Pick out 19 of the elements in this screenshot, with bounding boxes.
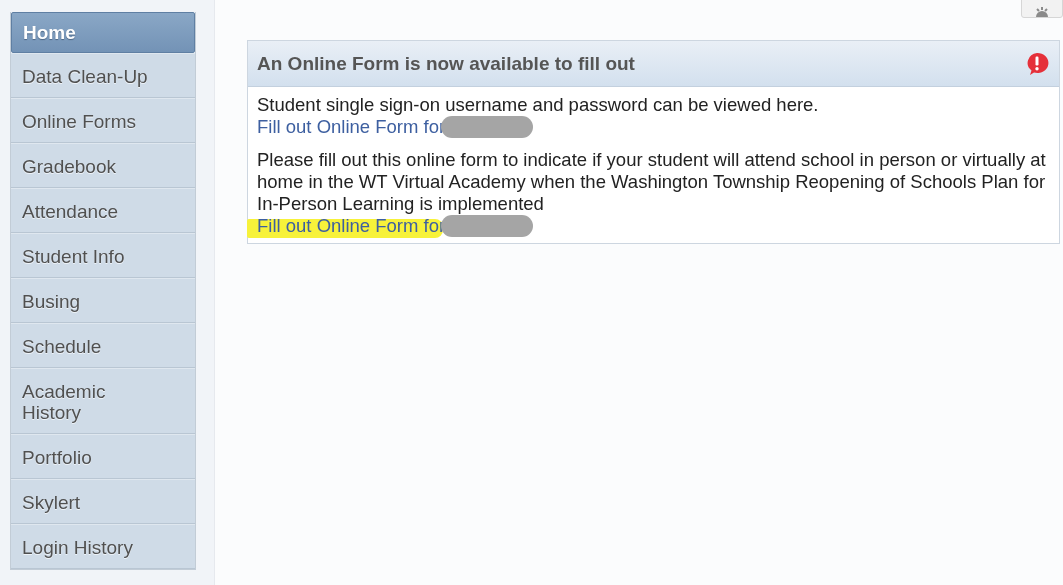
sidebar-item[interactable]: Schedule [11, 323, 195, 368]
online-form-link[interactable]: Fill out Online Form for [257, 116, 446, 137]
settings-button[interactable] [1021, 0, 1063, 18]
sidebar-item[interactable]: Busing [11, 278, 195, 323]
settings-icon [1034, 7, 1050, 17]
online-form-link[interactable]: Fill out Online Form for [257, 215, 446, 236]
notice-text: Student single sign-on username and password can be viewed here. [257, 94, 820, 116]
sidebar-item[interactable]: Student Info [11, 233, 195, 278]
sidebar-item[interactable]: Skylert [11, 479, 195, 524]
sidebar-item[interactable]: Attendance [11, 188, 195, 233]
notice-title: An Online Form is now available to fill out [257, 53, 635, 75]
sidebar-item[interactable]: Portfolio [11, 434, 195, 479]
notice-text: Please fill out this online form to indicate if your student will attend school in person or virtually at home in the WT Virtual Academy when the Washington Township Reopening of Schools Plan for In-Person Learning is implemented [257, 149, 1047, 215]
sidebar-item[interactable]: Data Clean-Up [11, 53, 195, 98]
alert-icon [1025, 52, 1049, 76]
sidebar-item[interactable]: Login History [11, 524, 195, 569]
sidebar-item[interactable]: Online Forms [11, 98, 195, 143]
sidebar-item[interactable]: Academic History [11, 368, 195, 434]
sidebar-item[interactable]: Gradebook [11, 143, 195, 188]
